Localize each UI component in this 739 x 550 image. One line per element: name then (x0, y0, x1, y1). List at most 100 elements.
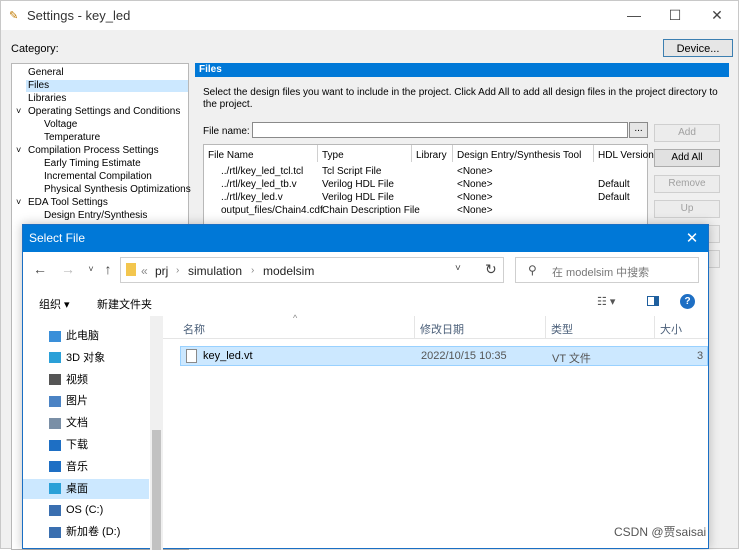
nav-item[interactable]: 音乐 (49, 457, 88, 477)
tree-item[interactable]: Design Entry/Synthesis (44, 210, 147, 222)
table-header[interactable]: HDL Version (598, 150, 654, 161)
expand-chevron-icon[interactable]: ˅ (16, 145, 21, 155)
table-header[interactable]: Type (322, 150, 344, 161)
nav-item[interactable]: 3D 对象 (49, 348, 105, 368)
nav-item-label: 音乐 (66, 460, 88, 473)
settings-title: Settings - key_led (27, 8, 131, 23)
browse-button[interactable]: ... (629, 122, 648, 138)
tree-item[interactable]: EDA Tool Settings (28, 197, 108, 209)
nav-item[interactable]: 此电脑 (49, 326, 99, 346)
desktop-icon (49, 483, 61, 495)
preview-pane-icon[interactable] (647, 296, 659, 306)
navigation-pane[interactable]: 此电脑 3D 对象视频图片文档下载音乐桌面 OS (C:) 新加卷 (D:) (23, 316, 163, 550)
organize-button[interactable]: 组织 ▾ (39, 296, 70, 312)
recent-chevron-icon[interactable]: ˅ (83, 264, 99, 274)
file-type: VT 文件 (552, 353, 591, 365)
table-header[interactable]: Design Entry/Synthesis Tool (457, 150, 581, 161)
nav-item[interactable]: 图片 (49, 391, 88, 411)
category-label: Category: (11, 43, 59, 55)
document-icon (49, 417, 61, 429)
tree-item[interactable]: Compilation Process Settings (28, 145, 159, 157)
breadcrumb-separator: › (251, 265, 255, 276)
nav-item-label: 文档 (66, 417, 88, 430)
file-name: key_led.vt (203, 350, 253, 362)
download-icon (49, 439, 61, 451)
search-box[interactable]: ⚲ 在 modelsim 中搜索 (515, 257, 699, 283)
breadcrumb-prj[interactable]: prj (155, 264, 168, 278)
breadcrumb-overflow[interactable]: « (141, 264, 148, 278)
new-folder-button[interactable]: 新建文件夹 (97, 296, 152, 312)
column-type[interactable]: 类型 (551, 321, 573, 337)
close-button[interactable]: ✕ (704, 6, 730, 24)
tree-item[interactable]: Early Timing Estimate (44, 158, 141, 170)
quartus-icon: ✎ (9, 10, 19, 22)
minimize-button[interactable]: — (621, 6, 647, 24)
column-size[interactable]: 大小 (660, 321, 682, 337)
add-all-button[interactable]: Add All (654, 149, 720, 167)
add-button[interactable]: Add (654, 124, 720, 142)
cube-icon (49, 352, 61, 364)
file-row[interactable]: key_led.vt 2022/10/15 10:35 VT 文件 3 (180, 346, 708, 366)
table-cell: <None> (457, 205, 493, 216)
files-panel: Files Select the design files you want t… (195, 63, 729, 233)
forward-arrow-icon[interactable]: → (60, 261, 76, 277)
table-cell: Tcl Script File (322, 166, 382, 177)
device-button[interactable]: Device... (663, 39, 733, 57)
nav-scrollbar-thumb[interactable] (152, 430, 161, 550)
help-icon[interactable]: ? (680, 294, 695, 309)
table-cell: output_files/Chain4.cdf (221, 205, 323, 216)
table-cell: <None> (457, 166, 493, 177)
nav-item-label: 图片 (66, 395, 88, 408)
nav-item[interactable]: 桌面 (23, 478, 149, 499)
nav-item-label: 桌面 (66, 482, 88, 495)
video-icon (49, 374, 61, 386)
table-header[interactable]: Library (416, 150, 447, 161)
files-header: Files (195, 63, 729, 77)
tree-item[interactable]: General (28, 67, 64, 79)
expand-chevron-icon[interactable]: ˅ (16, 197, 21, 207)
files-table[interactable]: File Name Type Library Design Entry/Synthes… (203, 144, 654, 233)
table-cell: Verilog HDL File (322, 192, 394, 203)
dialog-close-icon[interactable]: ✕ (683, 229, 701, 247)
nav-item[interactable]: 视频 (49, 370, 88, 390)
breadcrumb-modelsim[interactable]: modelsim (263, 264, 314, 278)
tree-item[interactable]: Operating Settings and Conditions (28, 106, 180, 118)
maximize-button[interactable]: ☐ (662, 6, 688, 24)
column-date[interactable]: 修改日期 (420, 321, 464, 337)
drive-icon (49, 504, 61, 516)
breadcrumb-separator: › (176, 265, 180, 276)
back-arrow-icon[interactable]: ← (32, 261, 48, 277)
address-bar[interactable]: « prj › simulation › modelsim ˅ (120, 257, 504, 283)
up-arrow-icon[interactable]: ↑ (100, 261, 116, 277)
view-options-icon[interactable]: ☷ ▾ (597, 295, 615, 308)
tree-item[interactable]: Voltage (44, 119, 77, 131)
address-dropdown-icon[interactable]: ˅ (455, 263, 461, 274)
settings-titlebar: ✎ Settings - key_led — ☐ ✕ (1, 1, 738, 30)
file-name-input[interactable] (252, 122, 628, 138)
remove-button[interactable]: Remove (654, 175, 720, 193)
table-cell: <None> (457, 179, 493, 190)
drive-icon (49, 526, 61, 538)
nav-item[interactable]: OS (C:) (49, 500, 103, 520)
tree-item[interactable]: Temperature (44, 132, 100, 144)
breadcrumb-simulation[interactable]: simulation (188, 264, 242, 278)
picture-icon (49, 395, 61, 407)
expand-chevron-icon[interactable]: ˅ (16, 106, 21, 116)
tree-item[interactable]: Libraries (28, 93, 66, 105)
tree-item[interactable]: Files (26, 80, 188, 92)
tree-item[interactable]: Physical Synthesis Optimizations (44, 184, 191, 196)
nav-item[interactable]: 下载 (49, 435, 88, 455)
nav-item[interactable]: 新加卷 (D:) (49, 522, 120, 542)
file-name-label: File name: (203, 126, 250, 137)
nav-item[interactable]: 文档 (49, 413, 88, 433)
refresh-icon[interactable]: ↻ (485, 261, 497, 278)
search-placeholder: 在 modelsim 中搜索 (552, 267, 650, 279)
table-header[interactable]: File Name (208, 150, 254, 161)
nav-item-label: 视频 (66, 373, 88, 386)
up-button[interactable]: Up (654, 200, 720, 218)
select-file-dialog: Select File ✕ ← → ˅ ↑ « prj › simulation… (22, 224, 709, 550)
watermark: CSDN @贾saisai (614, 525, 707, 539)
table-cell: Chain Description File (322, 205, 420, 216)
tree-item[interactable]: Incremental Compilation (44, 171, 152, 183)
column-name[interactable]: 名称 (183, 321, 205, 337)
